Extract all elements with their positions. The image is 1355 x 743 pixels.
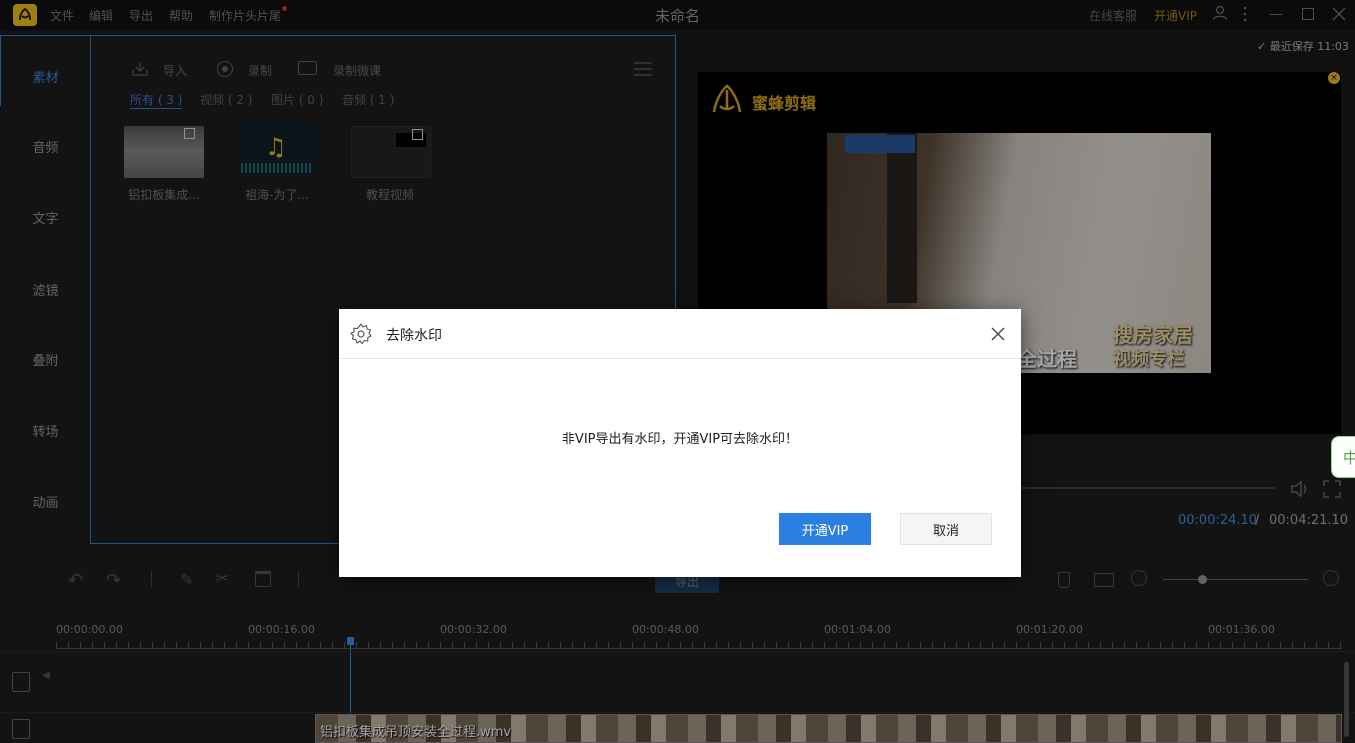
dialog-header: 去除水印 — [339, 309, 1021, 359]
ime-side-tab[interactable]: 中 — [1331, 436, 1355, 478]
cancel-button[interactable]: 取消 — [900, 513, 992, 545]
dialog-title: 去除水印 — [386, 328, 442, 344]
remove-watermark-dialog: 去除水印 非VIP导出有水印，开通VIP可去除水印！ 开通VIP 取消 — [339, 309, 1021, 577]
gear-icon — [350, 323, 372, 349]
close-icon[interactable] — [991, 326, 1005, 345]
dialog-message: 非VIP导出有水印，开通VIP可去除水印！ — [561, 432, 799, 447]
open-vip-button[interactable]: 开通VIP — [779, 513, 871, 545]
